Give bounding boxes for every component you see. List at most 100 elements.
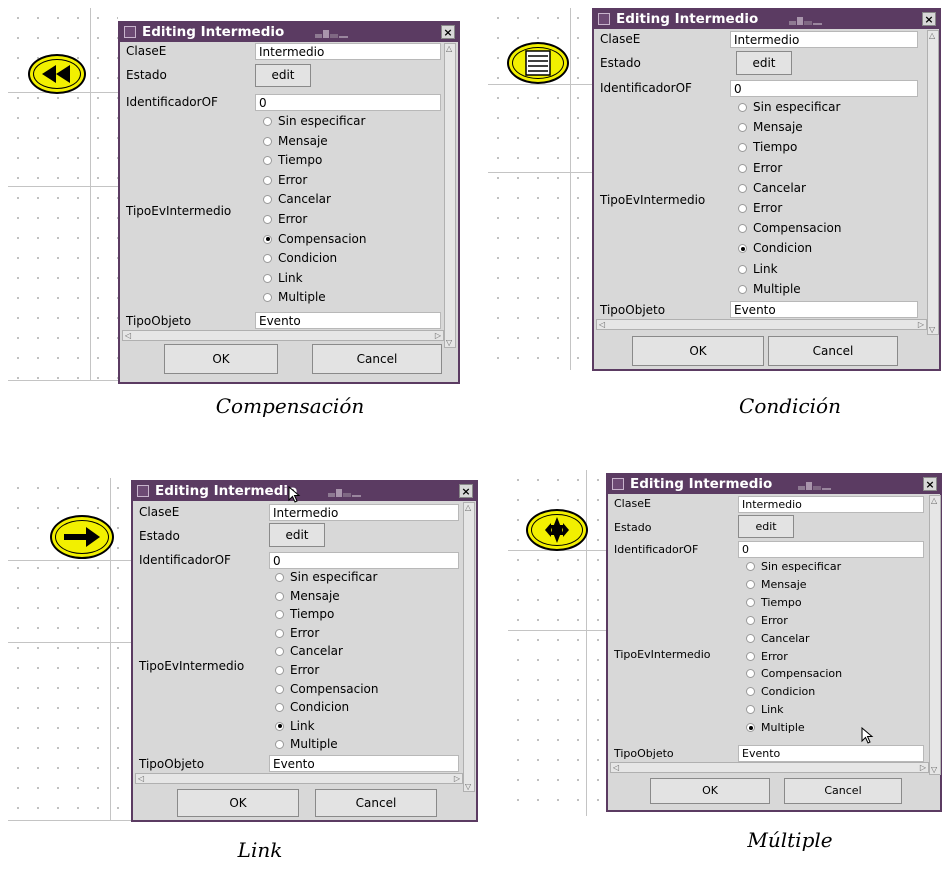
vertical-scrollbar[interactable]: △ ▽ (463, 502, 475, 792)
radio-option[interactable]: Mensaje (275, 588, 340, 604)
radio-option[interactable]: Link (275, 718, 315, 734)
clase-field[interactable]: Intermedio (738, 496, 924, 513)
horizontal-scrollbar[interactable]: ◁ ▷ (122, 330, 444, 341)
estado-edit-button[interactable]: edit (255, 64, 311, 87)
title-bar[interactable]: Editing Intermedio × (594, 10, 939, 29)
radio-option[interactable]: Tiempo (263, 152, 322, 168)
cancel-button[interactable]: Cancel (768, 336, 898, 366)
radio-option[interactable]: Link (263, 270, 303, 286)
radio-circle[interactable] (746, 633, 755, 643)
radio-option[interactable]: Condicion (275, 699, 349, 715)
radio-option[interactable]: Error (738, 200, 782, 216)
intermediate-event[interactable] (507, 42, 569, 84)
estado-edit-button[interactable]: edit (269, 523, 325, 547)
radio-option[interactable]: Multiple (275, 736, 338, 752)
radio-option[interactable]: Compensacion (738, 220, 842, 236)
radio-option[interactable]: Error (263, 211, 307, 227)
radio-circle[interactable] (275, 628, 284, 638)
window-menu-icon[interactable] (598, 13, 610, 25)
radio-circle[interactable] (746, 705, 755, 715)
radio-option[interactable]: Multiple (746, 720, 805, 736)
radio-circle[interactable] (263, 136, 272, 146)
radio-circle[interactable] (738, 143, 747, 153)
radio-circle[interactable] (738, 103, 747, 112)
title-bar[interactable]: Editing Intermedio × (608, 475, 940, 494)
close-button[interactable]: × (459, 484, 473, 498)
intermediate-event[interactable] (28, 54, 86, 94)
radio-circle[interactable] (738, 123, 747, 133)
cancel-button[interactable]: Cancel (315, 789, 437, 817)
tipo-objeto-field[interactable]: Evento (269, 755, 459, 772)
radio-circle[interactable] (263, 254, 272, 264)
close-button[interactable]: × (923, 477, 937, 491)
radio-circle[interactable] (746, 579, 755, 589)
radio-option[interactable]: Error (275, 625, 319, 641)
radio-option[interactable]: Tiempo (738, 139, 797, 155)
radio-circle[interactable] (746, 615, 755, 625)
ok-button[interactable]: OK (650, 778, 770, 804)
radio-circle[interactable] (746, 562, 755, 571)
radio-circle[interactable] (746, 597, 755, 607)
window-menu-icon[interactable] (137, 485, 149, 497)
intermediate-event[interactable] (526, 509, 588, 551)
window-menu-icon[interactable] (612, 478, 624, 490)
radio-circle[interactable] (275, 573, 284, 582)
clase-field[interactable]: Intermedio (255, 43, 441, 60)
radio-option[interactable]: Link (746, 702, 784, 718)
radio-option[interactable]: Compensacion (263, 231, 367, 247)
radio-circle[interactable] (275, 684, 284, 694)
radio-option[interactable]: Condicion (738, 240, 812, 256)
identificador-field[interactable]: 0 (738, 541, 924, 558)
radio-option[interactable]: Cancelar (746, 631, 810, 647)
radio-option[interactable]: Sin especificar (746, 559, 841, 575)
estado-edit-button[interactable]: edit (736, 51, 792, 75)
radio-circle[interactable] (746, 723, 755, 733)
radio-circle[interactable] (275, 666, 284, 675)
close-button[interactable]: × (441, 25, 455, 39)
radio-circle[interactable] (275, 703, 284, 713)
radio-option[interactable]: Sin especificar (263, 113, 365, 129)
radio-option[interactable]: Sin especificar (738, 99, 840, 115)
radio-option[interactable]: Error (738, 160, 782, 176)
identificador-field[interactable]: 0 (255, 94, 441, 111)
close-button[interactable]: × (922, 12, 936, 26)
tipo-objeto-field[interactable]: Evento (730, 301, 918, 318)
radio-option[interactable]: Condicion (746, 684, 815, 700)
window-menu-icon[interactable] (124, 26, 136, 38)
radio-circle[interactable] (738, 224, 747, 234)
radio-circle[interactable] (746, 669, 755, 679)
radio-option[interactable]: Link (738, 261, 778, 277)
radio-option[interactable]: Error (263, 172, 307, 188)
horizontal-scrollbar[interactable]: ◁ ▷ (135, 773, 463, 784)
radio-circle[interactable] (263, 156, 272, 166)
radio-circle[interactable] (738, 204, 747, 213)
radio-option[interactable]: Sin especificar (275, 569, 377, 585)
radio-option[interactable]: Error (746, 613, 788, 629)
horizontal-scrollbar[interactable]: ◁ ▷ (610, 762, 929, 773)
radio-option[interactable]: Compensacion (746, 666, 842, 682)
radio-circle[interactable] (746, 651, 755, 661)
title-bar[interactable]: Editing Intermedio × (133, 482, 476, 501)
radio-circle[interactable] (263, 195, 272, 205)
title-bar[interactable]: Editing Intermedio × (120, 23, 458, 42)
vertical-scrollbar[interactable]: △ ▽ (927, 30, 939, 335)
radio-option[interactable]: Cancelar (263, 191, 331, 207)
radio-option[interactable]: Multiple (263, 289, 326, 305)
horizontal-scrollbar[interactable]: ◁ ▷ (596, 319, 927, 330)
radio-circle[interactable] (263, 117, 272, 126)
radio-circle[interactable] (738, 264, 747, 274)
cancel-button[interactable]: Cancel (312, 344, 442, 374)
vertical-scrollbar[interactable]: △ ▽ (929, 495, 941, 775)
ok-button[interactable]: OK (164, 344, 278, 374)
ok-button[interactable]: OK (632, 336, 764, 366)
radio-circle[interactable] (738, 284, 747, 294)
radio-option[interactable]: Tiempo (275, 606, 334, 622)
radio-circle[interactable] (263, 273, 272, 283)
radio-option[interactable]: Error (746, 649, 788, 665)
radio-circle[interactable] (263, 293, 272, 303)
radio-option[interactable]: Cancelar (275, 643, 343, 659)
radio-option[interactable]: Mensaje (263, 133, 328, 149)
radio-option[interactable]: Mensaje (738, 119, 803, 135)
vertical-scrollbar[interactable]: △ ▽ (444, 43, 456, 348)
radio-option[interactable]: Condicion (263, 250, 337, 266)
